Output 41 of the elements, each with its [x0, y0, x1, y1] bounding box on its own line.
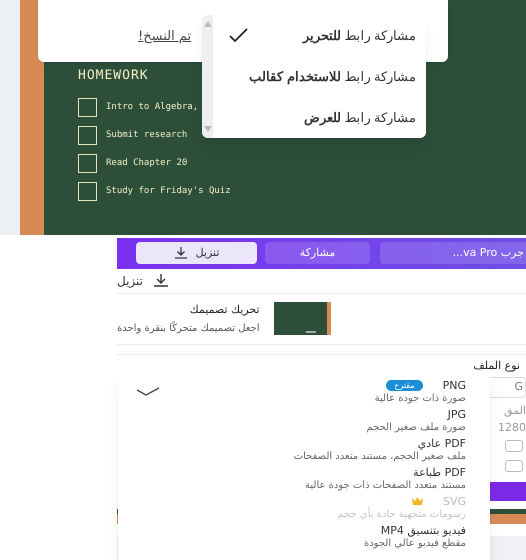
task-checkbox[interactable]: [78, 154, 97, 173]
design-thumbnail[interactable]: [274, 302, 331, 336]
task-label: Submit research: [106, 128, 188, 142]
format-description: صورة ذات جودة عالية: [374, 392, 466, 404]
task-checkbox[interactable]: [78, 182, 97, 201]
download-icon: [174, 247, 188, 260]
format-description: صورة ملف صغير الحجم: [366, 420, 466, 434]
field-label: نوع الملف: [473, 358, 520, 374]
field-value: G: [514, 379, 523, 396]
recommended-badge: مقترح: [386, 380, 423, 390]
menu-item[interactable]: مشاركة رابط للعرض: [213, 97, 426, 138]
size-label: المق: [504, 403, 526, 420]
format-title[interactable]: فيديو بتنسيق MP4: [380, 524, 466, 536]
copied-link[interactable]: تم النسخ!: [138, 27, 192, 46]
motion-title: تحريك تصميمك: [188, 302, 260, 318]
task-label: Study for Friday's Quiz: [106, 184, 231, 198]
board-title: HOMEWORK: [78, 69, 149, 83]
menu-item[interactable]: مشاركة رابط للتحرير: [213, 15, 426, 56]
task-label: Intro to Algebra,: [106, 100, 198, 114]
task-checkbox[interactable]: [78, 98, 97, 117]
share-button[interactable]: مشاركة: [265, 242, 370, 264]
format-description: ملف صغير الحجم، مستند متعدد الصفحات: [294, 450, 466, 462]
motion-subtitle: اجعل تصميمك متحركًا بنقرة واحدة: [117, 320, 260, 336]
panel-header: تنزيل: [117, 272, 144, 290]
format-title[interactable]: JPG: [448, 408, 466, 420]
option-checkbox[interactable]: [505, 440, 523, 452]
size-value: 1280: [498, 420, 526, 436]
format-description: مستند متعدد الصفحات ذات جودة عالية: [305, 478, 466, 492]
format-description: رسومات متجهية حادة بأي حجم: [337, 508, 466, 520]
format-title[interactable]: PDF عادي: [418, 436, 466, 450]
option-checkbox[interactable]: [505, 460, 523, 472]
format-title[interactable]: PNG: [442, 378, 466, 392]
pro-button[interactable]: جرب va Pro...: [380, 242, 526, 264]
format-title: SVG: [442, 494, 466, 508]
menu-item[interactable]: مشاركة رابط للاستخدام كقالب: [213, 56, 426, 97]
format-title[interactable]: PDF طباعة: [413, 466, 466, 478]
download-icon: [153, 274, 170, 288]
download-button[interactable]: تنزيل: [136, 242, 257, 264]
task-label: Read Chapter 20: [106, 156, 188, 170]
format-description: مقطع فيديو عالي الجودة: [364, 536, 466, 550]
task-checkbox[interactable]: [78, 126, 97, 145]
